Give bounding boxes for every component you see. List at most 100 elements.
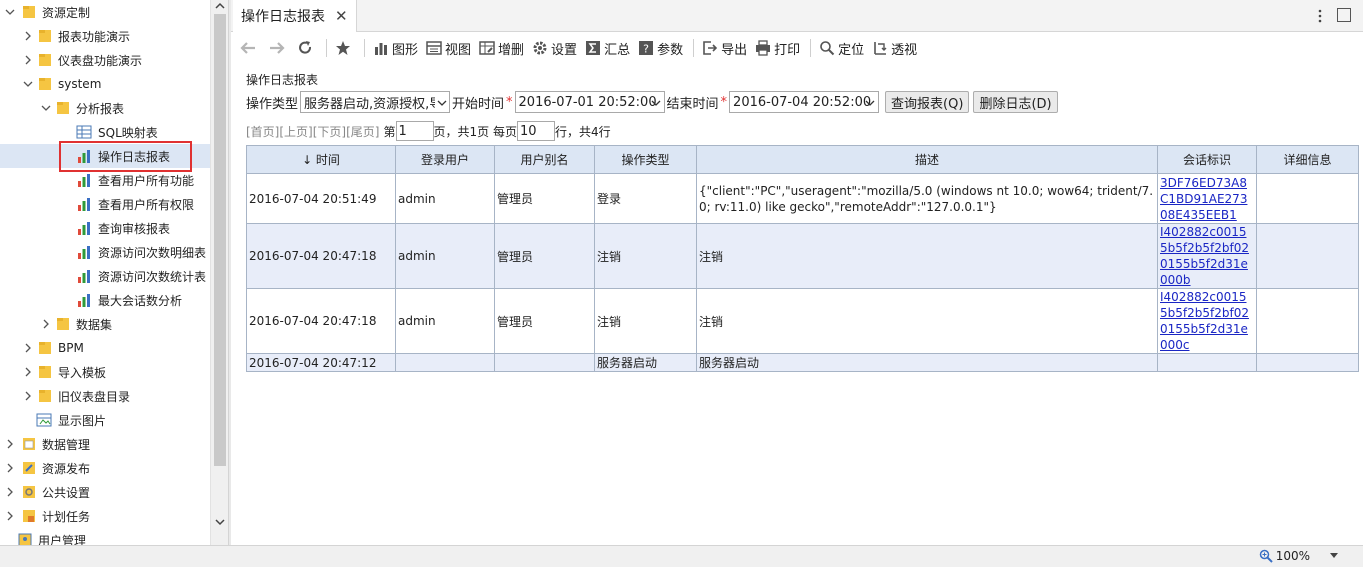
cell-detail (1256, 223, 1359, 289)
page-size-input[interactable]: 10 (516, 121, 555, 141)
session-link[interactable]: I402882c00155b5f2b5f2bf020155b5f2d31e000… (1160, 289, 1254, 353)
tree-item-resource-custom[interactable]: 资源定制 (0, 0, 210, 24)
chevron-right-icon[interactable] (4, 486, 16, 498)
close-icon[interactable]: ✕ (335, 7, 348, 25)
col-header-session[interactable]: 会话标识 (1157, 145, 1257, 174)
col-header-detail[interactable]: 详细信息 (1256, 145, 1359, 174)
view-button[interactable]: 视图 (426, 36, 471, 60)
chevron-right-icon[interactable] (4, 438, 16, 450)
summary-button[interactable]: 汇总 (585, 36, 630, 60)
tree-item-user-permissions[interactable]: 查看用户所有权限 (0, 192, 210, 216)
op-type-select[interactable]: 服务器启动,资源授权,导 (300, 91, 451, 113)
chevron-right-icon[interactable] (4, 462, 16, 474)
tree-item-access-stats[interactable]: 资源访问次数统计表 (0, 264, 210, 288)
chevron-down-icon[interactable] (22, 78, 34, 90)
print-button[interactable]: 打印 (755, 36, 800, 60)
tree-item-resource-publish[interactable]: 资源发布 (0, 456, 210, 480)
scroll-up-icon[interactable] (214, 0, 226, 12)
tree-item-label: 资源访问次数明细表 (98, 245, 207, 260)
tree-item-datasets[interactable]: 数据集 (0, 312, 210, 336)
chevron-right-icon[interactable] (22, 54, 34, 66)
query-report-button[interactable]: 查询报表(Q) (885, 91, 970, 113)
scrollbar-thumb[interactable] (214, 14, 226, 466)
cell-type: 登录 (594, 173, 697, 224)
session-link[interactable]: I402882c00155b5f2b5f2bf020155b5f2d31e000… (1160, 224, 1254, 288)
cell-desc: 注销 (696, 288, 1158, 354)
chevron-right-icon[interactable] (22, 342, 34, 354)
tree-item-dashboard-demo[interactable]: 仪表盘功能演示 (0, 48, 210, 72)
chevron-right-icon[interactable] (40, 318, 52, 330)
locate-button[interactable]: 定位 (819, 36, 864, 60)
end-time-select[interactable]: 2016-07-04 20:52:00 (729, 91, 880, 113)
tree-item-label: 计划任务 (42, 509, 91, 524)
chart-button[interactable]: 图形 (373, 36, 418, 60)
tree-item-show-image[interactable]: 显示图片 (0, 408, 210, 432)
tree-item-user-functions[interactable]: 查看用户所有功能 (0, 168, 210, 192)
tree-item-user-management[interactable]: 用户管理 (0, 528, 210, 545)
chevron-right-icon[interactable] (4, 510, 16, 522)
tree-item-label: 数据管理 (42, 437, 91, 452)
cell-alias: 管理员 (494, 288, 595, 354)
export-button[interactable]: 导出 (702, 36, 747, 60)
toolbar-separator (326, 39, 327, 57)
status-bar: 100% (0, 545, 1363, 567)
pivot-icon (874, 42, 887, 55)
col-header-desc[interactable]: 描述 (696, 145, 1158, 174)
prev-page-link[interactable]: [上页] (279, 123, 312, 140)
tree-item-label: 报表功能演示 (58, 29, 131, 44)
favorite-button[interactable] (335, 36, 354, 60)
col-header-type[interactable]: 操作类型 (594, 145, 697, 174)
back-button[interactable] (239, 36, 260, 60)
scroll-down-icon[interactable] (214, 516, 226, 528)
cell-alias: 管理员 (494, 223, 595, 289)
tree-item-old-dashboard[interactable]: 旧仪表盘目录 (0, 384, 210, 408)
folder-icon (56, 317, 70, 331)
tree-item-import-template[interactable]: 导入模板 (0, 360, 210, 384)
svg-text:?: ? (643, 43, 649, 56)
page-number-input[interactable]: 1 (395, 121, 434, 141)
tree-item-system[interactable]: system (0, 72, 210, 96)
col-header-alias[interactable]: 用户别名 (494, 145, 595, 174)
chevron-down-icon[interactable] (40, 102, 52, 114)
delete-log-button[interactable]: 删除日志(D) (973, 91, 1058, 113)
tree-item-audit-report[interactable]: 查询审核报表 (0, 216, 210, 240)
sidebar-scrollbar[interactable] (210, 0, 228, 545)
last-page-link[interactable]: [尾页] (346, 123, 379, 140)
cell-user (395, 353, 495, 372)
tree-item-sql-map[interactable]: SQL映射表 (0, 120, 210, 144)
start-time-select[interactable]: 2016-07-01 20:52:00 (514, 91, 665, 113)
col-header-time[interactable]: ↓ 时间 (246, 145, 396, 174)
pivot-button[interactable]: 透视 (872, 36, 917, 60)
zoom-level: 100% (1275, 549, 1310, 563)
tree-item-analysis-reports[interactable]: 分析报表 (0, 96, 210, 120)
settings-button[interactable]: 设置 (532, 36, 577, 60)
tree-item-max-sessions[interactable]: 最大会话数分析 (0, 288, 210, 312)
tab-operation-log-report[interactable]: 操作日志报表 ✕ (233, 0, 357, 32)
params-button[interactable]: ? 参数 (638, 36, 683, 60)
tree-item-data-management[interactable]: 数据管理 (0, 432, 210, 456)
chevron-right-icon[interactable] (22, 30, 34, 42)
first-page-link[interactable]: [首页] (246, 123, 279, 140)
table-edit-icon (479, 41, 495, 55)
chevron-down-icon (435, 92, 450, 112)
chevron-right-icon[interactable] (22, 390, 34, 402)
chevron-right-icon[interactable] (22, 366, 34, 378)
tree-item-bpm[interactable]: BPM (0, 336, 210, 360)
tree-item-report-demo[interactable]: 报表功能演示 (0, 24, 210, 48)
tree-item-scheduled-tasks[interactable]: 计划任务 (0, 504, 210, 528)
cell-type: 注销 (594, 288, 697, 354)
tree-item-operation-log-report[interactable]: 操作日志报表 (0, 144, 210, 168)
tree-item-access-detail[interactable]: 资源访问次数明细表 (0, 240, 210, 264)
more-vertical-icon[interactable] (1315, 9, 1325, 23)
chevron-down-icon[interactable] (4, 6, 16, 18)
next-page-link[interactable]: [下页] (313, 123, 346, 140)
session-link[interactable]: 3DF76ED73A8C1BD91AE27308E435EEB1 (1160, 175, 1254, 223)
forward-button[interactable] (268, 36, 289, 60)
zoom-control[interactable]: 100% (1259, 549, 1341, 563)
cell-session: I402882c00155b5f2b5f2bf020155b5f2d31e000… (1157, 288, 1257, 354)
refresh-button[interactable] (297, 36, 316, 60)
col-header-user[interactable]: 登录用户 (395, 145, 495, 174)
edit-button[interactable]: 增删 (479, 36, 524, 60)
maximize-icon[interactable] (1337, 8, 1351, 22)
tree-item-public-settings[interactable]: 公共设置 (0, 480, 210, 504)
